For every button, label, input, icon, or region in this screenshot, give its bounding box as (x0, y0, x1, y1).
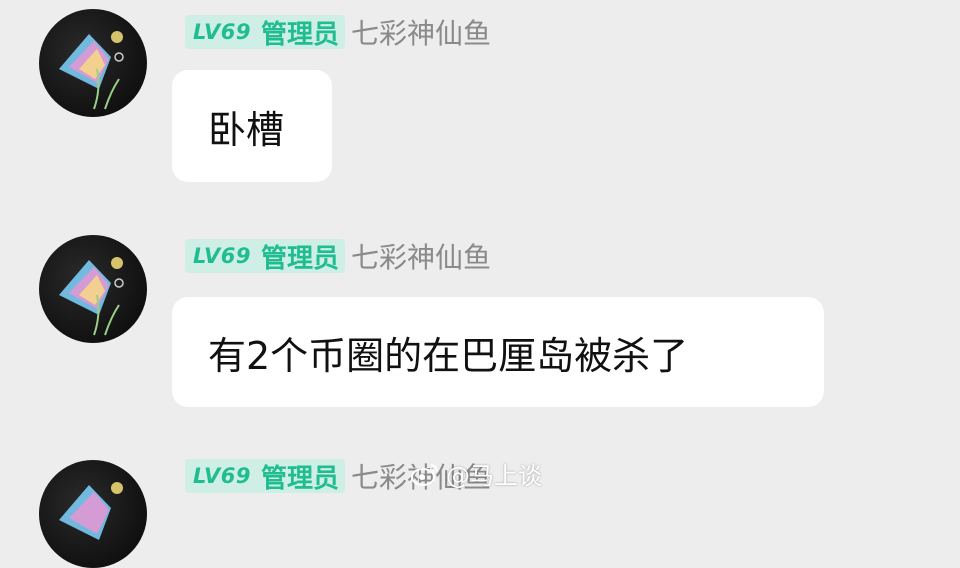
angelfish-icon (59, 482, 123, 540)
weibo-watermark: @马上谈 (410, 456, 542, 491)
watermark-text: @马上谈 (446, 462, 542, 490)
level-role-badge: LV69 管理员 (185, 459, 345, 494)
level-label: LV69 (193, 464, 251, 488)
user-avatar[interactable] (39, 460, 147, 568)
chat-message: LV69 管理员 七彩神仙鱼 (0, 0, 960, 568)
role-label: 管理员 (260, 463, 339, 494)
weibo-icon (411, 463, 438, 486)
